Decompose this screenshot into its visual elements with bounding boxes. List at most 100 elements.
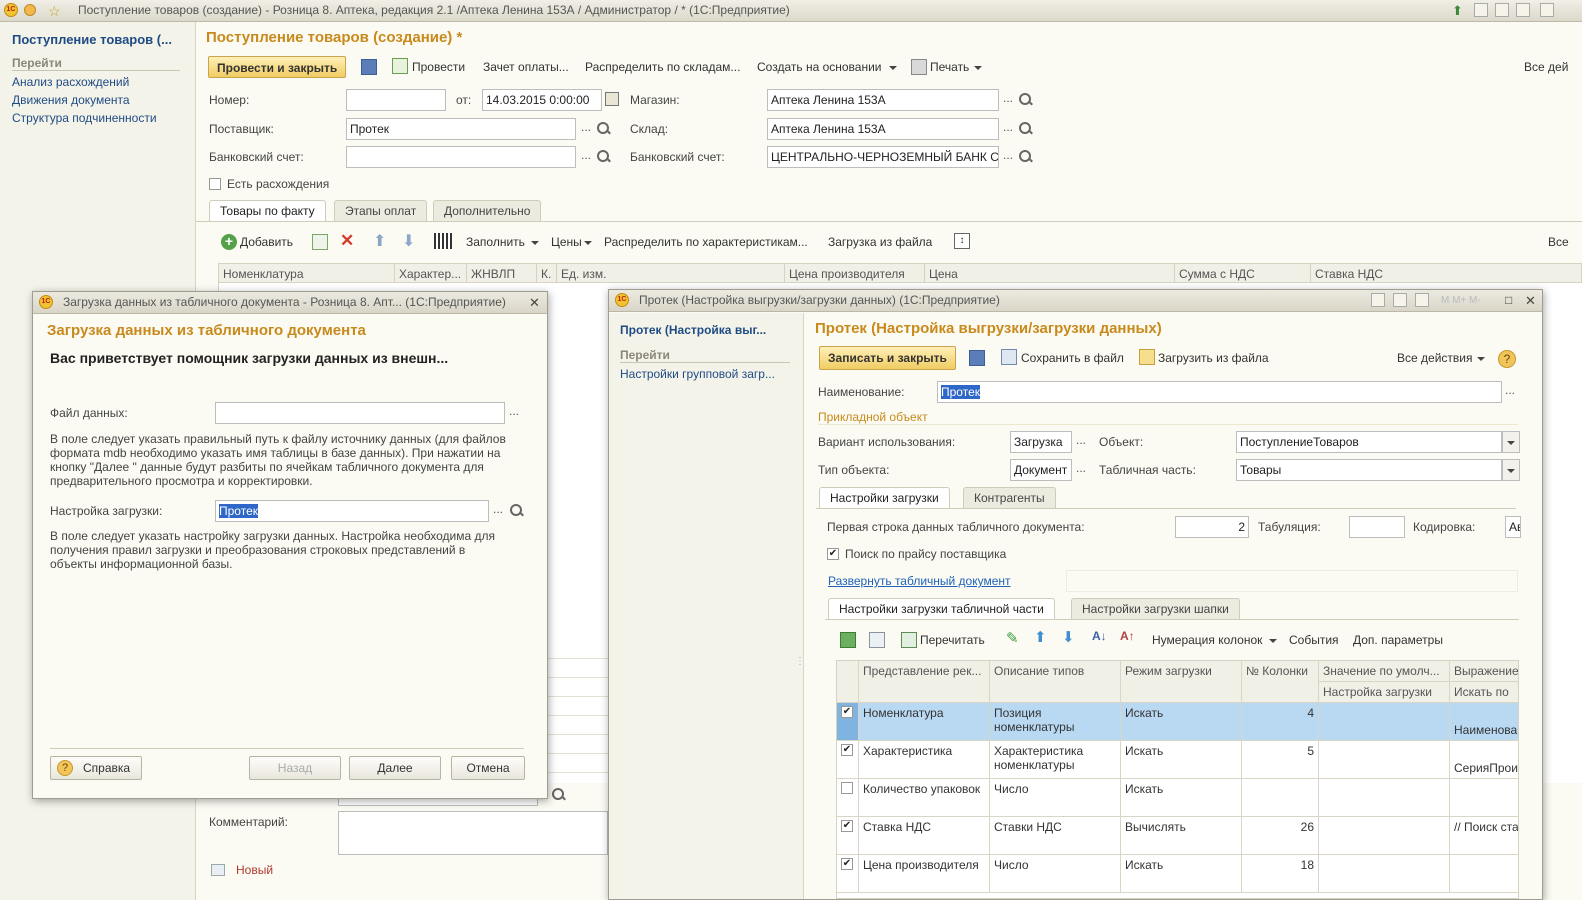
post-icon[interactable] [392, 58, 408, 74]
post-button[interactable]: Провести [412, 56, 465, 78]
copy-row-icon[interactable] [312, 234, 328, 250]
favorite-star-icon[interactable]: ☆ [48, 1, 61, 21]
search-icon[interactable] [594, 147, 612, 167]
back-button[interactable]: Назад [249, 756, 341, 780]
maximize-icon[interactable]: □ [1505, 290, 1512, 311]
nav-link-structure[interactable]: Структура подчиненности [12, 111, 157, 125]
tab-tabular-settings[interactable]: Настройки загрузки табличной части [828, 598, 1055, 620]
load-from-file-button[interactable]: Загрузить из файла [1158, 347, 1269, 369]
sort-desc-icon[interactable]: A↑ [1120, 629, 1135, 643]
file-field[interactable] [215, 402, 505, 424]
help-icon[interactable]: ? [1498, 350, 1516, 368]
search-icon[interactable] [1016, 119, 1034, 139]
table-row[interactable]: ✔ Характеристика Характеристика номенкла… [837, 740, 1518, 779]
nav-link-group-load[interactable]: Настройки групповой загр... [620, 367, 775, 381]
comment-field[interactable] [338, 811, 608, 855]
fill-button[interactable]: Заполнить [466, 231, 525, 253]
tabular-part-dropdown-button[interactable] [1502, 459, 1520, 481]
distribute-warehouses-button[interactable]: Распределить по складам... [585, 56, 740, 78]
warehouse-select-button[interactable]: ... [999, 119, 1017, 139]
tab-load-settings[interactable]: Настройки загрузки [819, 487, 950, 509]
calendar-icon[interactable] [1415, 293, 1429, 307]
offset-payment-button[interactable]: Зачет оплаты... [483, 56, 569, 78]
col-manufacturer-price[interactable]: Цена производителя [785, 264, 925, 284]
date-field[interactable]: 14.03.2015 0:00:00 [482, 89, 602, 111]
store-field[interactable]: Аптека Ленина 153А [767, 89, 999, 111]
name-field[interactable]: Протек [937, 381, 1502, 403]
col-characteristic[interactable]: Характер... [395, 264, 467, 284]
grid-subheader-load-setting[interactable]: Настройка загрузки [1318, 681, 1450, 703]
printer-icon[interactable] [911, 59, 927, 75]
row-checkbox[interactable]: ✔ [841, 820, 853, 832]
bank-account-2-field[interactable]: ЦЕНТРАЛЬНО-ЧЕРНОЗЕМНЫЙ БАНК С [767, 146, 999, 168]
calendar-icon[interactable] [1516, 3, 1530, 17]
name-select-button[interactable]: ... [1501, 382, 1519, 402]
bank2-select-button[interactable]: ... [999, 147, 1017, 167]
search-icon[interactable] [1016, 90, 1034, 110]
add-row-button[interactable]: Добавить [240, 231, 293, 253]
help-button[interactable]: ? Справка [50, 756, 142, 780]
discrepancy-checkbox[interactable] [209, 178, 221, 190]
usage-field[interactable]: Загрузка [1010, 431, 1072, 453]
minimize-icon[interactable] [1474, 3, 1488, 17]
table-row[interactable]: ✔ Ставка НДС Ставки НДС Вычислять 26 // … [837, 816, 1518, 855]
tab-payment-stages[interactable]: Этапы оплат [334, 200, 428, 222]
save-and-close-button[interactable]: Записать и закрыть [819, 346, 956, 370]
tab-counterparties[interactable]: Контрагенты [963, 487, 1056, 509]
post-and-close-button[interactable]: Провести и закрыть [208, 56, 347, 78]
print-button[interactable]: Печать [930, 56, 969, 78]
maximize-icon[interactable] [1540, 3, 1554, 17]
events-button[interactable]: События [1289, 629, 1339, 651]
column-settings-icon[interactable]: ↕ [954, 233, 970, 249]
warehouse-field[interactable]: Аптека Ленина 153А [767, 118, 999, 140]
link-icon[interactable] [1371, 293, 1385, 307]
setting-field[interactable]: Протек [215, 500, 489, 522]
close-icon[interactable]: ✕ [1525, 290, 1536, 311]
reread-button[interactable]: Перечитать [920, 629, 985, 651]
tab-goods-fact[interactable]: Товары по факту [209, 200, 326, 222]
load-from-file-icon[interactable] [1139, 349, 1155, 365]
number-field[interactable] [346, 89, 446, 111]
uncheck-all-icon[interactable] [869, 632, 885, 648]
load-from-file-button[interactable]: Загрузка из файла [828, 231, 932, 253]
expand-document-link[interactable]: Развернуть табличный документ [828, 574, 1011, 588]
move-down-icon[interactable]: ⬇ [1062, 628, 1075, 646]
move-down-icon[interactable]: ⬇ [402, 231, 415, 251]
distribute-characteristics-button[interactable]: Распределить по характеристикам... [604, 231, 808, 253]
cancel-button[interactable]: Отмена [451, 756, 525, 780]
grid-header-types[interactable]: Описание типов [989, 661, 1121, 703]
grid-header-requisite[interactable]: Представление рек... [858, 661, 990, 703]
all-actions-button[interactable]: Все дей [1524, 56, 1568, 78]
object-field[interactable]: ПоступлениеТоваров [1236, 431, 1502, 453]
save-to-file-icon[interactable] [1001, 349, 1017, 365]
col-k[interactable]: К. [537, 264, 557, 284]
hint-icon[interactable]: ⬆ [1452, 1, 1463, 21]
first-row-field[interactable]: 2 [1175, 516, 1249, 538]
object-type-select-button[interactable]: ... [1072, 460, 1090, 480]
sort-asc-icon[interactable]: A↓ [1092, 629, 1107, 643]
usage-select-button[interactable]: ... [1072, 432, 1090, 452]
col-price[interactable]: Цена [925, 264, 1175, 284]
tab-additional[interactable]: Дополнительно [433, 200, 542, 222]
nav-link-movements[interactable]: Движения документа [12, 93, 130, 107]
col-unit[interactable]: Ед. изм. [557, 264, 785, 284]
row-checkbox[interactable]: ✔ [841, 858, 853, 870]
store-select-button[interactable]: ... [999, 90, 1017, 110]
search-icon[interactable] [507, 501, 525, 521]
bank-account-field[interactable] [346, 146, 576, 168]
search-icon[interactable] [1016, 147, 1034, 167]
row-checkbox[interactable] [841, 782, 853, 794]
table-row[interactable]: ✔ Цена производителя Число Искать 18 [837, 854, 1518, 893]
tab-header-settings[interactable]: Настройки загрузки шапки [1071, 598, 1240, 620]
encoding-field[interactable]: Ав [1505, 516, 1521, 538]
move-up-icon[interactable]: ⬆ [373, 231, 386, 251]
supplier-select-button[interactable]: ... [577, 119, 595, 139]
table-row[interactable]: Количество упаковок Число Искать [837, 778, 1518, 817]
all-actions-button[interactable]: Все действия [1397, 347, 1472, 369]
supplier-field[interactable]: Протек [346, 118, 576, 140]
setting-select-button[interactable]: ... [489, 501, 507, 521]
column-numbering-button[interactable]: Нумерация колонок [1152, 629, 1262, 651]
col-vat-rate[interactable]: Ставка НДС [1311, 264, 1582, 284]
check-all-icon[interactable] [840, 632, 856, 648]
save-icon[interactable] [361, 59, 377, 75]
